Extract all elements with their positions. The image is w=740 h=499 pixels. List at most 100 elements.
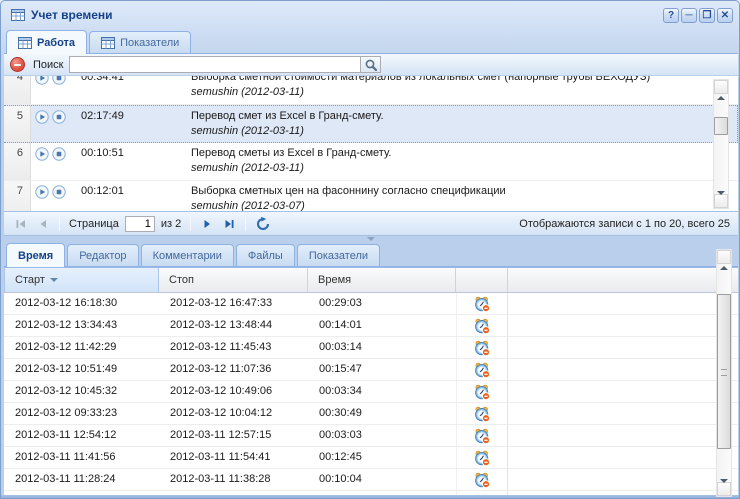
tab-redaktor[interactable]: Редактор — [67, 244, 139, 266]
cell-stop: 2012-03-11 11:38:28 — [170, 473, 271, 485]
column-header-icon[interactable] — [456, 268, 508, 292]
cell-clock[interactable] — [456, 447, 508, 468]
time-row[interactable]: 2012-03-12 09:33:23 2012-03-12 10:04:12 … — [4, 403, 738, 425]
scroll-down-button[interactable] — [714, 191, 728, 210]
work-grid-scrollbar[interactable] — [713, 79, 729, 210]
scrollbar-thumb[interactable] — [714, 117, 728, 135]
cell-duration: 00:03:03 — [319, 429, 362, 441]
last-page-button[interactable] — [220, 215, 238, 233]
tab-grid-icon — [101, 36, 116, 50]
play-button[interactable] — [34, 184, 49, 199]
arrow-up-icon — [717, 81, 725, 100]
tab-vremya[interactable]: Время — [6, 243, 66, 267]
play-button[interactable] — [34, 109, 49, 124]
stop-record-button[interactable] — [10, 57, 25, 72]
tab-pokazateli[interactable]: Показатели — [89, 31, 192, 53]
cell-empty — [508, 469, 738, 490]
stop-button[interactable] — [51, 146, 66, 161]
alarm-clock-remove-icon — [475, 296, 490, 312]
cell-clock[interactable] — [456, 469, 508, 490]
cell-clock[interactable] — [456, 293, 508, 314]
scrollbar-thumb[interactable] — [717, 294, 731, 449]
help-button[interactable]: ? — [663, 7, 679, 23]
window-icon — [11, 8, 25, 22]
work-row[interactable]: 5 02:17:49 Перевод смет из Excel в Гранд… — [4, 105, 738, 143]
cell-duration: 00:15:47 — [319, 363, 362, 375]
play-button[interactable] — [34, 76, 49, 85]
cell-start: 2012-03-11 11:28:24 — [15, 473, 116, 485]
stop-button[interactable] — [51, 76, 66, 85]
task-duration: 02:17:49 — [81, 110, 124, 122]
cell-stop: 2012-03-11 11:54:41 — [170, 451, 271, 463]
tab-pokazateli-detail[interactable]: Показатели — [296, 244, 381, 266]
time-row[interactable]: 2012-03-12 10:45:32 2012-03-12 10:49:06 … — [4, 381, 738, 403]
close-button[interactable]: ✕ — [717, 7, 733, 23]
alarm-clock-remove-icon — [475, 450, 490, 466]
cell-duration: 00:12:45 — [319, 451, 362, 463]
play-button[interactable] — [34, 146, 49, 161]
time-row[interactable]: 2012-03-12 11:42:29 2012-03-12 11:45:43 … — [4, 337, 738, 359]
stop-button[interactable] — [51, 109, 66, 124]
cell-start: 2012-03-12 09:33:23 — [15, 407, 118, 419]
search-button[interactable] — [361, 56, 382, 73]
time-row[interactable]: 2012-03-11 11:41:56 2012-03-11 11:54:41 … — [4, 447, 738, 469]
work-row[interactable]: 6 00:10:51 Перевод сметы из Excel в Гран… — [4, 143, 738, 181]
scroll-down-button[interactable] — [717, 479, 731, 498]
prev-page-button[interactable] — [34, 215, 52, 233]
column-header-empty — [508, 268, 738, 292]
time-row[interactable]: 2012-03-12 16:18:30 2012-03-12 16:47:33 … — [4, 293, 738, 315]
time-row[interactable]: 2012-03-11 12:54:12 2012-03-11 12:57:15 … — [4, 425, 738, 447]
cell-clock[interactable] — [456, 315, 508, 336]
time-row[interactable]: 2012-03-12 13:34:43 2012-03-12 13:48:44 … — [4, 315, 738, 337]
first-page-button[interactable] — [12, 215, 30, 233]
page-number-input[interactable] — [124, 215, 155, 232]
play-icon — [34, 76, 49, 85]
search-input[interactable] — [69, 56, 362, 73]
work-row[interactable]: 4 00:34:41 Выборка сметной стоимости мат… — [4, 76, 738, 105]
work-row[interactable]: 7 00:12:01 Выборка сметных цен на фасонн… — [4, 181, 738, 211]
tab-rabota[interactable]: Работа — [6, 30, 88, 54]
cell-clock[interactable] — [456, 425, 508, 446]
cell-clock[interactable] — [456, 337, 508, 358]
cell-duration: 00:10:04 — [319, 473, 362, 485]
cell-duration: 00:03:34 — [319, 385, 362, 397]
column-header-time[interactable]: Время — [308, 268, 456, 292]
row-number: 6 — [4, 143, 31, 180]
scroll-up-button[interactable] — [717, 250, 731, 270]
scroll-up-button[interactable] — [714, 80, 728, 100]
minimize-button[interactable]: ─ — [681, 7, 697, 23]
splitter-collapse-icon[interactable] — [367, 237, 375, 241]
main-tab-bar: Работа Показатели — [4, 27, 738, 54]
time-row[interactable]: 2012-03-12 10:51:49 2012-03-12 11:07:36 … — [4, 359, 738, 381]
detail-tab-bar: Время Редактор Комментарии Файлы Показат… — [4, 242, 738, 267]
window-title: Учет времени — [31, 8, 113, 22]
tab-faily[interactable]: Файлы — [235, 244, 295, 266]
alarm-clock-remove-icon — [475, 362, 490, 378]
refresh-button[interactable] — [253, 215, 271, 233]
cell-empty — [508, 425, 738, 446]
cell-clock[interactable] — [456, 381, 508, 402]
time-table-scrollbar[interactable] — [716, 249, 732, 498]
cell-clock[interactable] — [456, 359, 508, 380]
tab-label: Работа — [37, 36, 76, 49]
sort-desc-icon — [49, 278, 58, 282]
column-header-start[interactable]: Старт — [4, 268, 159, 292]
arrow-down-icon — [720, 479, 728, 498]
cell-stop: 2012-03-12 11:07:36 — [170, 363, 272, 375]
alarm-clock-remove-icon — [475, 384, 490, 400]
next-page-button[interactable] — [198, 215, 216, 233]
task-author: semushin (2012-03-11) — [191, 86, 304, 98]
prev-page-icon — [40, 219, 46, 228]
last-page-icon — [225, 219, 234, 228]
time-row[interactable]: 2012-03-11 11:28:24 2012-03-11 11:38:28 … — [4, 469, 738, 491]
cell-clock[interactable] — [456, 403, 508, 424]
column-header-stop[interactable]: Стоп — [159, 268, 308, 292]
stop-icon — [51, 146, 66, 161]
search-icon — [365, 58, 378, 71]
task-duration: 00:10:51 — [81, 147, 124, 159]
window-titlebar[interactable]: Учет времени ? ─ ❐ ✕ — [4, 3, 738, 27]
tab-kommentarii[interactable]: Комментарии — [140, 244, 234, 266]
maximize-button[interactable]: ❐ — [699, 7, 715, 23]
stop-button[interactable] — [51, 184, 66, 199]
task-description: Перевод сметы из Excel в Гранд-смету. — [191, 147, 392, 159]
